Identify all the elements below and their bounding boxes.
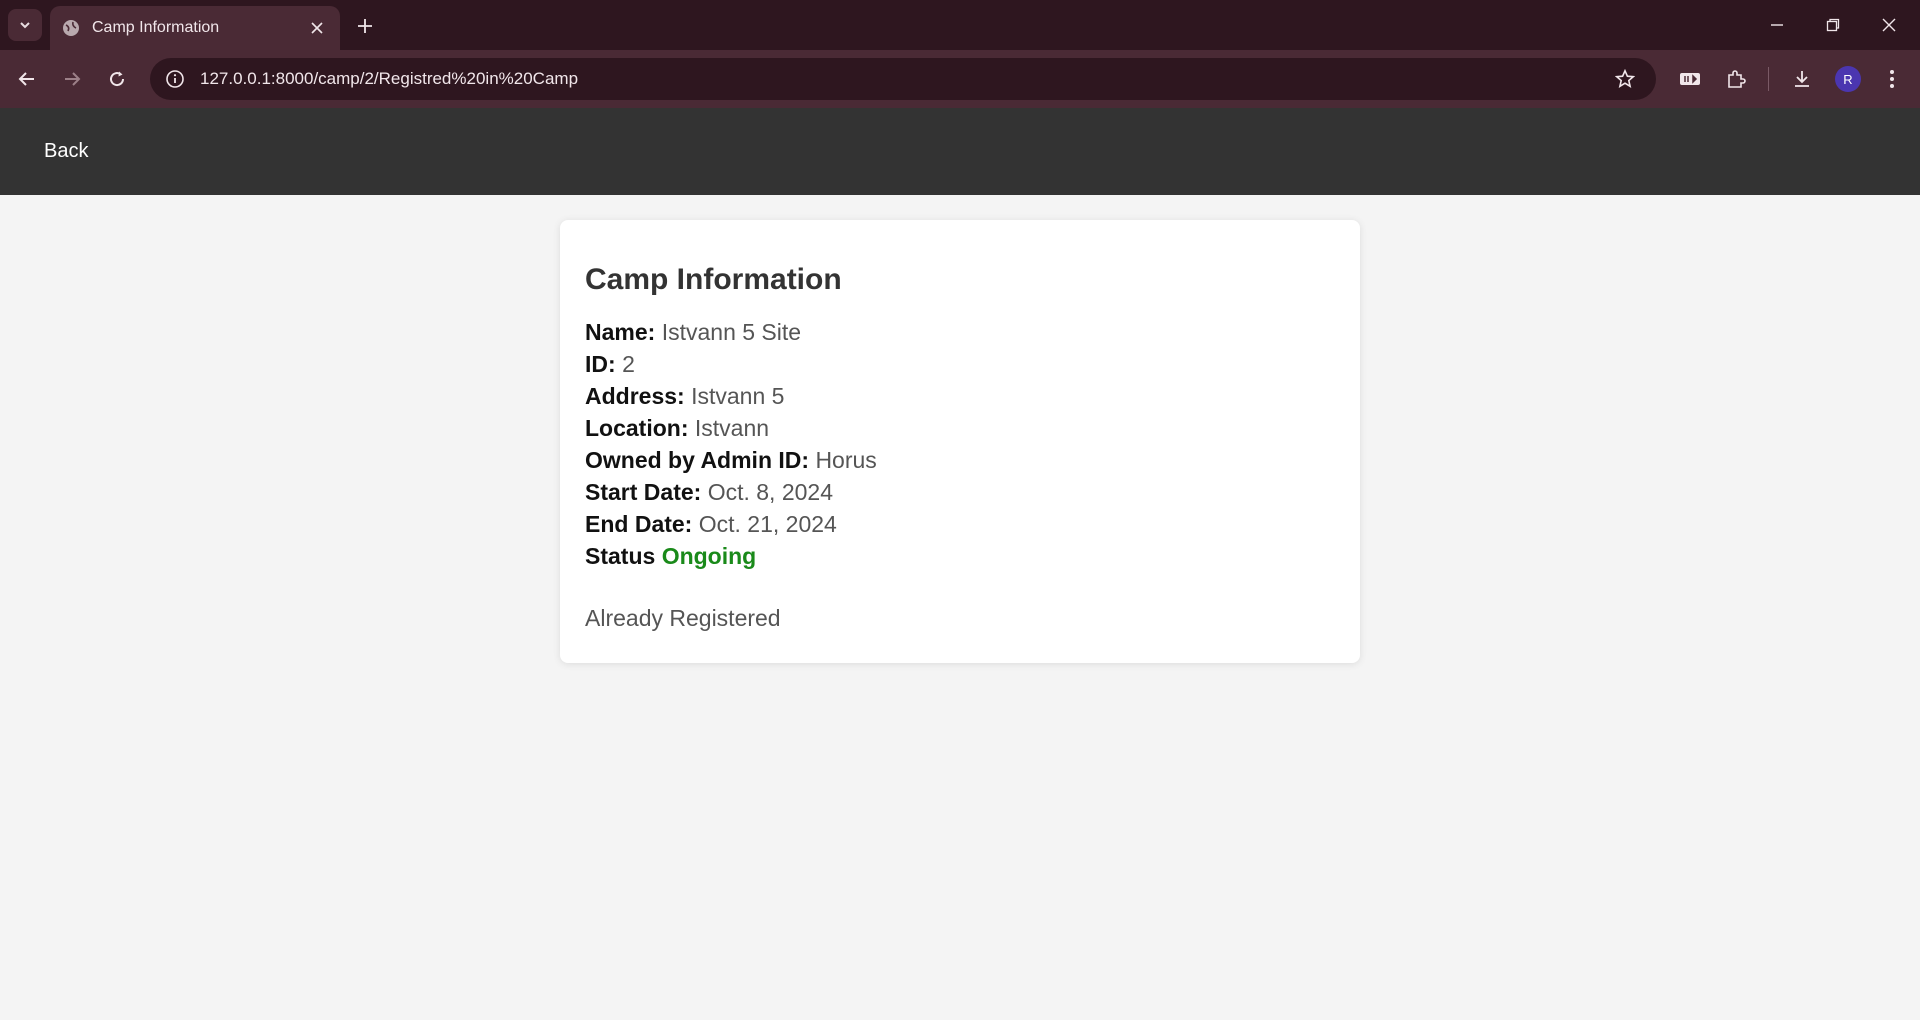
- chevron-down-icon: [20, 22, 30, 29]
- reload-button[interactable]: [99, 61, 135, 97]
- camp-field-address: Address: Istvann 5: [585, 380, 1335, 412]
- camp-field-owner: Owned by Admin ID: Horus: [585, 444, 1335, 476]
- media-controls-icon[interactable]: [1672, 61, 1708, 97]
- field-value: Istvann 5: [691, 383, 785, 409]
- camp-field-start-date: Start Date: Oct. 8, 2024: [585, 476, 1335, 508]
- field-label: End Date:: [585, 511, 693, 537]
- tab-title: Camp Information: [92, 19, 220, 36]
- arrow-left-icon: [18, 72, 34, 86]
- camp-field-status: Status Ongoing: [585, 540, 1335, 572]
- toolbar-divider: [1768, 67, 1769, 91]
- back-nav-button[interactable]: [9, 61, 45, 97]
- camp-info-card: Camp Information Name: Istvann 5 Site ID…: [560, 220, 1360, 663]
- bookmark-star-icon[interactable]: [1604, 58, 1646, 100]
- field-value: Oct. 8, 2024: [707, 479, 834, 505]
- url-text: 127.0.0.1:8000/camp/2/Registred%20in%20C…: [200, 69, 579, 88]
- field-label: Owned by Admin ID:: [585, 447, 810, 473]
- field-value: Horus: [815, 447, 877, 473]
- close-tab-icon[interactable]: [306, 17, 328, 39]
- plus-icon: [358, 19, 372, 33]
- extensions-puzzle-icon[interactable]: [1718, 61, 1754, 97]
- tab-search-button[interactable]: [8, 9, 42, 41]
- browser-tab[interactable]: Camp Information: [50, 6, 340, 50]
- restore-button[interactable]: [1810, 8, 1856, 42]
- status-badge: Ongoing: [661, 543, 757, 569]
- camp-field-end-date: End Date: Oct. 21, 2024: [585, 508, 1335, 540]
- site-info-icon[interactable]: [154, 58, 196, 100]
- field-value: Istvann 5 Site: [661, 319, 802, 345]
- field-label: Address:: [585, 383, 685, 409]
- minimize-icon: [1771, 24, 1783, 26]
- camp-field-name: Name: Istvann 5 Site: [585, 316, 1335, 348]
- field-value: Istvann: [694, 415, 770, 441]
- page-title: Camp Information: [585, 263, 842, 296]
- registration-status-text: Already Registered: [585, 605, 781, 631]
- field-label: Start Date:: [585, 479, 702, 505]
- field-label: Name:: [585, 319, 656, 345]
- restore-icon: [1826, 18, 1840, 32]
- minimize-button[interactable]: [1754, 8, 1800, 42]
- address-bar[interactable]: 127.0.0.1:8000/camp/2/Registred%20in%20C…: [150, 58, 1656, 100]
- field-label: ID:: [585, 351, 616, 377]
- camp-field-location: Location: Istvann: [585, 412, 1335, 444]
- close-icon: [1882, 18, 1896, 32]
- close-window-button[interactable]: [1866, 8, 1912, 42]
- field-value: Oct. 21, 2024: [698, 511, 837, 537]
- browser-toolbar: 127.0.0.1:8000/camp/2/Registred%20in%20C…: [0, 50, 1920, 108]
- field-label: Status: [585, 543, 656, 569]
- field-label: Location:: [585, 415, 689, 441]
- back-link[interactable]: Back: [44, 140, 88, 163]
- browser-tabstrip: Camp Information: [0, 0, 1920, 50]
- reload-icon: [110, 71, 125, 87]
- browser-menu-icon[interactable]: [1874, 61, 1910, 97]
- profile-avatar[interactable]: R: [1835, 66, 1861, 92]
- new-tab-button[interactable]: [350, 12, 380, 40]
- download-icon[interactable]: [1784, 61, 1820, 97]
- field-value: 2: [622, 351, 635, 377]
- globe-icon: [62, 19, 80, 37]
- page-navbar: Back: [0, 108, 1920, 195]
- arrow-right-icon: [65, 72, 81, 86]
- forward-nav-button[interactable]: [54, 61, 90, 97]
- camp-field-id: ID: 2: [585, 348, 1335, 380]
